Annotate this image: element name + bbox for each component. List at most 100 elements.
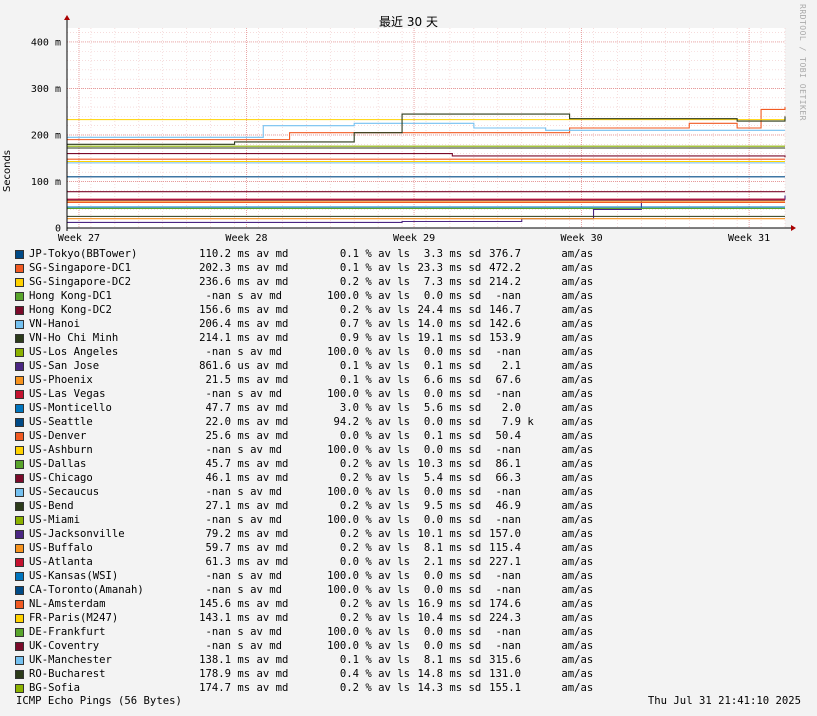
legend-swatch: [15, 459, 24, 469]
y-tick-label: 200 m: [31, 130, 61, 141]
legend-avg-label: s av md: [231, 570, 283, 582]
legend-avg-label: ms av md: [231, 542, 289, 554]
legend-swatch: [15, 403, 24, 413]
legend-sd-value: 0.0: [423, 444, 443, 456]
legend-unit: am/as: [555, 500, 594, 512]
legend-ratio-prefix: [521, 345, 555, 359]
legend-avg-label: ms av md: [231, 668, 289, 680]
legend-loss-value: 0.2: [339, 682, 359, 694]
legend-sd-value: 14.3: [417, 682, 443, 694]
legend-name: US-Secaucus: [29, 486, 100, 498]
legend-row: US-Denver 25.6 ms av md 0.0 % av ls 0.1 ms …: [15, 429, 593, 443]
legend-avg-label: ms av md: [231, 304, 289, 316]
legend-sd-label: ms sd: [443, 248, 482, 260]
legend-ratio-prefix: [521, 583, 555, 597]
legend-swatch: [15, 333, 24, 343]
legend-sd-label: ms sd: [443, 290, 482, 302]
legend-name: UK-Manchester: [29, 654, 112, 666]
legend-avg-label: s av md: [231, 444, 283, 456]
legend-loss-value: 0.7: [339, 318, 359, 330]
legend-loss-label: % av ls: [359, 640, 411, 652]
legend-swatch: [15, 417, 24, 427]
legend-sd-value: 8.1: [423, 654, 443, 666]
legend-loss-label: % av ls: [359, 262, 411, 274]
legend-ratio-value: -nan: [495, 514, 521, 526]
legend-avg-label: s av md: [231, 486, 283, 498]
legend-avg-value: 25.6: [205, 430, 231, 442]
legend-loss-label: % av ls: [359, 668, 411, 680]
legend-loss-label: % av ls: [359, 584, 411, 596]
legend-unit: am/as: [555, 388, 594, 400]
legend-loss-label: % av ls: [359, 514, 411, 526]
legend-sd-label: ms sd: [443, 612, 482, 624]
legend-name: Hong Kong-DC1: [29, 290, 112, 302]
legend-loss-value: 0.4: [339, 668, 359, 680]
legend-avg-value: 174.7: [199, 682, 231, 694]
legend-ratio-value: 214.2: [489, 276, 521, 288]
legend-ratio-value: 2.1: [501, 360, 521, 372]
legend-swatch: [15, 263, 24, 273]
legend-avg-value: 59.7: [205, 542, 231, 554]
legend-name: US-Phoenix: [29, 374, 93, 386]
legend-loss-label: % av ls: [359, 346, 411, 358]
legend-name: US-Los Angeles: [29, 346, 119, 358]
legend-loss-value: 100.0: [327, 584, 359, 596]
legend-name: SG-Singapore-DC2: [29, 276, 132, 288]
legend-ratio-value: 7.9: [501, 416, 521, 428]
legend-avg-label: ms av md: [231, 262, 289, 274]
legend-avg-value: 214.1: [199, 332, 231, 344]
legend-avg-label: ms av md: [231, 318, 289, 330]
legend-unit: am/as: [555, 612, 594, 624]
legend-avg-value: 206.4: [199, 318, 231, 330]
legend-sd-value: 3.3: [423, 248, 443, 260]
legend-sd-label: ms sd: [443, 640, 482, 652]
legend-unit: am/as: [555, 542, 594, 554]
legend-ratio-prefix: [521, 611, 555, 625]
legend-name: VN-Ho Chi Minh: [29, 332, 119, 344]
legend-loss-label: % av ls: [359, 416, 411, 428]
legend-unit: am/as: [555, 360, 594, 372]
legend-loss-value: 0.2: [339, 458, 359, 470]
legend-sd-label: ms sd: [443, 570, 482, 582]
legend-row: US-Monticello 47.7 ms av md 3.0 % av ls 5.6…: [15, 401, 593, 415]
legend-avg-value: -nan: [205, 388, 231, 400]
legend-sd-label: ms sd: [443, 346, 482, 358]
legend-ratio-prefix: [521, 681, 555, 695]
x-tick-label: Week 30: [560, 233, 602, 244]
legend-name: VN-Hanoi: [29, 318, 81, 330]
legend-avg-label: s av md: [231, 584, 283, 596]
legend-sd-value: 0.0: [423, 346, 443, 358]
legend-unit: am/as: [555, 346, 594, 358]
legend-row: DE-Frankfurt -nan s av md 100.0 % av ls 0.0…: [15, 625, 593, 639]
legend-sd-label: ms sd: [443, 430, 482, 442]
legend-sd-label: ms sd: [443, 444, 482, 456]
legend-sd-label: ms sd: [443, 486, 482, 498]
legend-sd-value: 7.3: [423, 276, 443, 288]
legend-swatch: [15, 431, 24, 441]
footer-timestamp: Thu Jul 31 21:41:10 2025: [647, 695, 801, 707]
legend-sd-label: ms sd: [443, 598, 482, 610]
x-tick-label: Week 28: [225, 233, 267, 244]
legend-avg-label: s av md: [231, 346, 283, 358]
legend-name: US-Chicago: [29, 472, 93, 484]
legend-swatch: [15, 683, 24, 693]
legend-ratio-value: 155.1: [489, 682, 521, 694]
legend-sd-label: ms sd: [443, 318, 482, 330]
legend-loss-label: % av ls: [359, 486, 411, 498]
legend-loss-value: 0.1: [339, 248, 359, 260]
legend-ratio-prefix: [521, 471, 555, 485]
legend-swatch: [15, 319, 24, 329]
legend-sd-label: ms sd: [443, 514, 482, 526]
legend-ratio-value: 86.1: [495, 458, 521, 470]
legend-avg-value: -nan: [205, 570, 231, 582]
legend-avg-label: s av md: [231, 388, 283, 400]
legend-sd-value: 0.0: [423, 626, 443, 638]
legend-ratio-prefix: [521, 527, 555, 541]
legend-swatch: [15, 557, 24, 567]
legend-sd-value: 0.1: [423, 360, 443, 372]
legend-ratio-prefix: [521, 359, 555, 373]
legend-unit: am/as: [555, 584, 594, 596]
y-tick-label: 400 m: [31, 37, 61, 48]
legend-name: US-Seattle: [29, 416, 93, 428]
legend-swatch: [15, 473, 24, 483]
